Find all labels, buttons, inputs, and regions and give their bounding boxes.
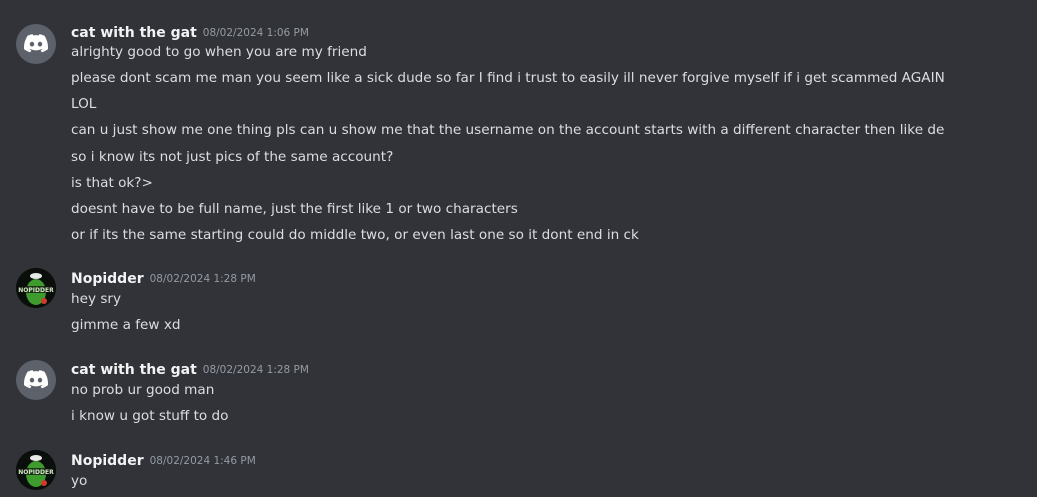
message-header: Nopidder 08/02/2024 1:46 PM [71, 450, 256, 472]
avatar[interactable] [16, 24, 56, 64]
message-header: Nopidder 08/02/2024 1:28 PM [71, 268, 256, 290]
message-text: or if its the same starting could do mid… [71, 227, 639, 243]
discord-logo-icon [24, 34, 48, 53]
timestamp: 08/02/2024 1:28 PM [202, 364, 309, 376]
message-text: LOL [71, 96, 97, 112]
username[interactable]: Nopidder [71, 453, 144, 469]
message-text: i know u got stuff to do [71, 408, 229, 424]
message-text: no prob ur good man [71, 382, 215, 398]
avatar[interactable]: NOPIDDER [16, 450, 56, 490]
message-text: can u just show me one thing pls can u s… [71, 122, 945, 138]
message-header: cat with the gat 08/02/2024 1:28 PM [71, 359, 309, 381]
nopidder-avatar-image: NOPIDDER [16, 268, 56, 308]
message-text: please dont scam me man you seem like a … [71, 70, 945, 86]
svg-text:NOPIDDER: NOPIDDER [18, 469, 54, 476]
nopidder-avatar-image: NOPIDDER [16, 450, 56, 490]
message-text: alrighty good to go when you are my frie… [71, 44, 367, 60]
message-text: gimme a few xd [71, 317, 181, 333]
username[interactable]: cat with the gat [71, 25, 197, 41]
message-header: cat with the gat 08/02/2024 1:06 PM [71, 22, 309, 44]
svg-text:NOPIDDER: NOPIDDER [18, 287, 54, 294]
discord-logo-icon [24, 370, 48, 389]
message-text: yo [71, 473, 88, 489]
avatar[interactable] [16, 360, 56, 400]
timestamp: 08/02/2024 1:46 PM [149, 455, 256, 467]
message-text: hey sry [71, 291, 122, 307]
avatar[interactable]: NOPIDDER [16, 268, 56, 308]
message-text: doesnt have to be full name, just the fi… [71, 201, 518, 217]
message-text: is that ok?> [71, 175, 153, 191]
chat-messages: cat with the gat 08/02/2024 1:06 PM alrig… [0, 0, 1037, 497]
username[interactable]: Nopidder [71, 271, 144, 287]
username[interactable]: cat with the gat [71, 362, 197, 378]
timestamp: 08/02/2024 1:28 PM [149, 273, 256, 285]
timestamp: 08/02/2024 1:06 PM [202, 27, 309, 39]
message-text: so i know its not just pics of the same … [71, 149, 394, 165]
